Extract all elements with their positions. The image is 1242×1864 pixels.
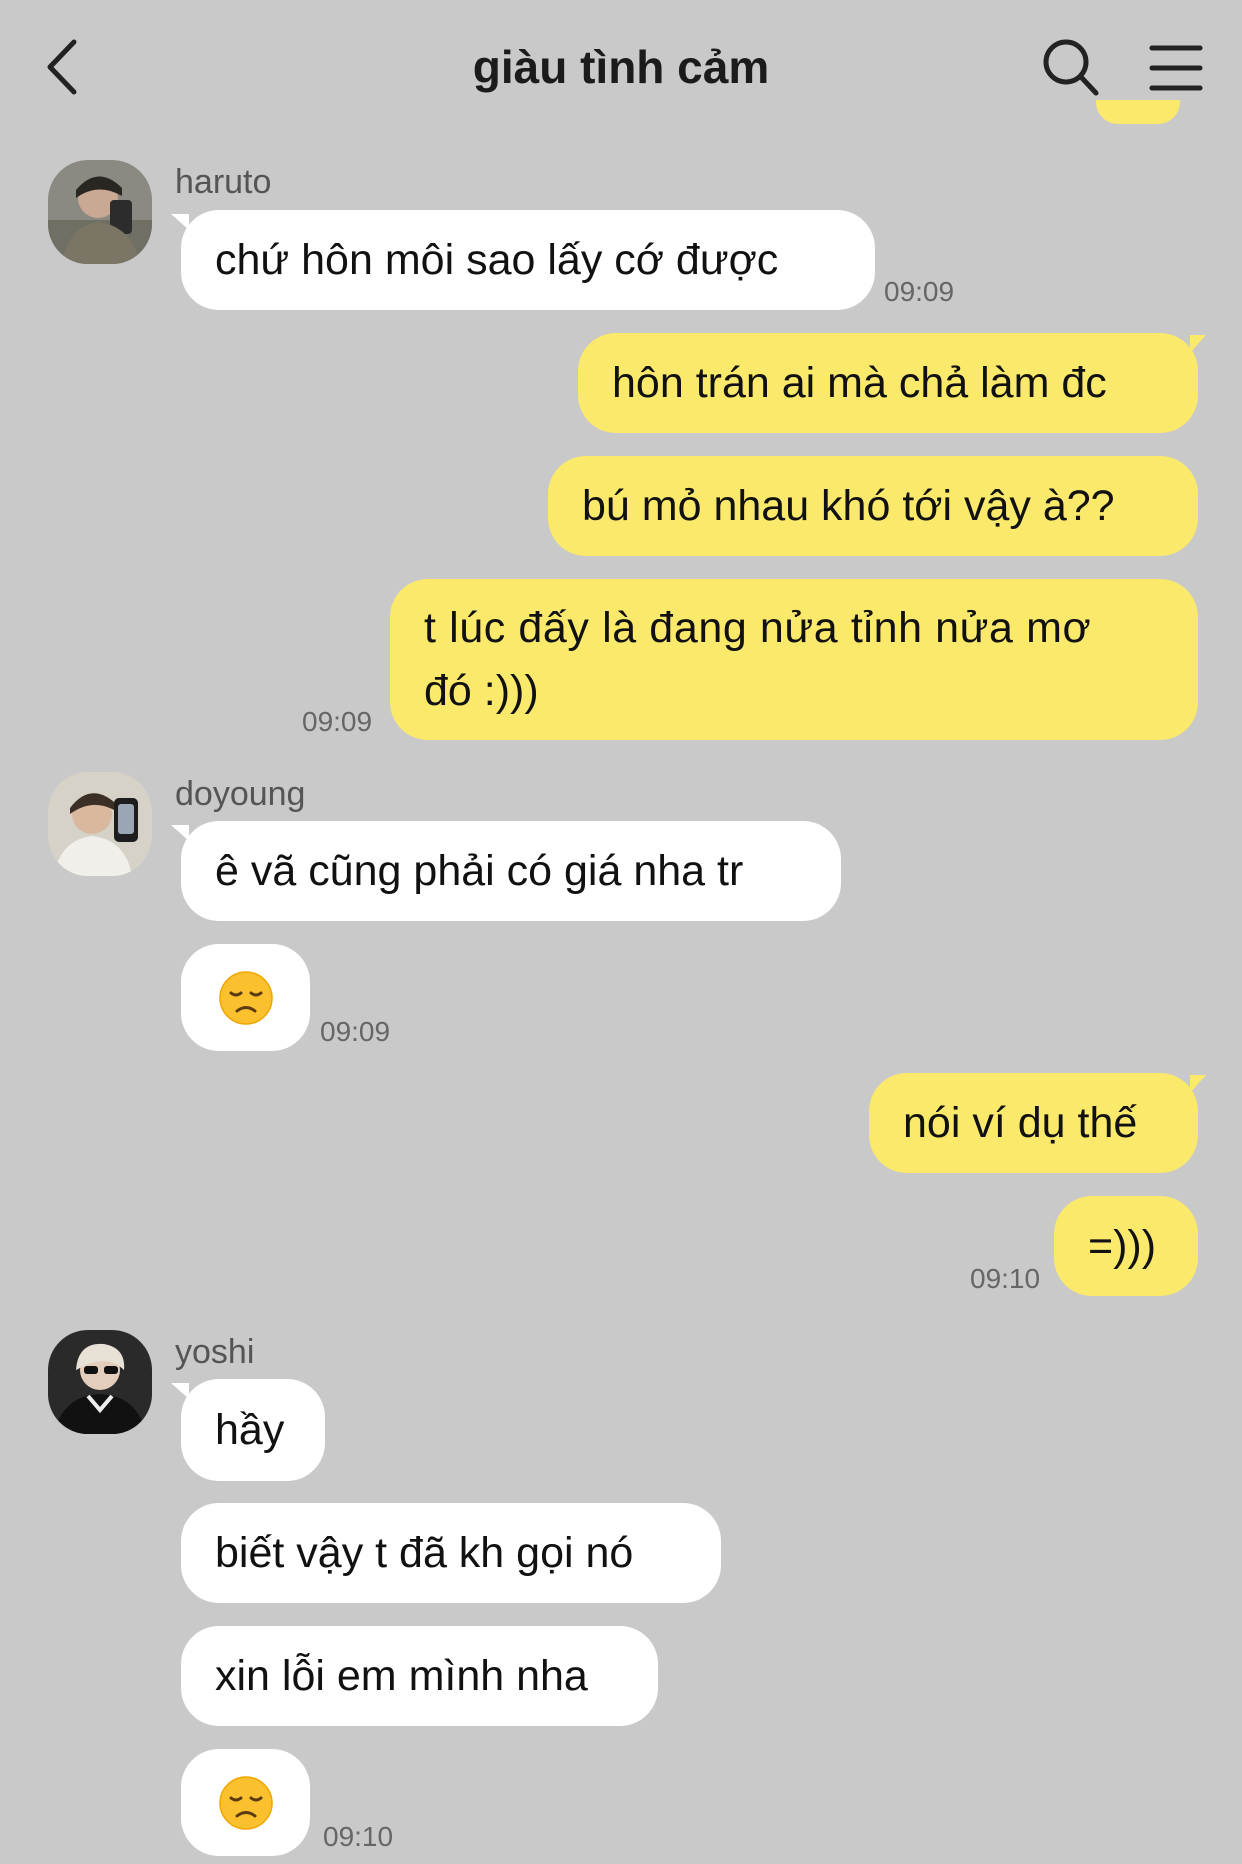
- hamburger-menu-icon: [1149, 45, 1203, 91]
- profile-photo-icon: [48, 1330, 152, 1434]
- avatar-haruto[interactable]: [48, 160, 152, 264]
- message-text: xin lỗi em mình nha: [215, 1652, 588, 1700]
- sender-name-haruto: haruto: [175, 163, 272, 201]
- disappointed-face-icon: [218, 1775, 273, 1830]
- message-timestamp: 09:10: [970, 1263, 1041, 1294]
- message-bubble-incoming[interactable]: biết vậy t đã kh gọi nó: [181, 1503, 721, 1603]
- chevron-left-icon: [47, 39, 77, 95]
- message-bubble-outgoing[interactable]: nói ví dụ thế: [869, 1073, 1206, 1173]
- emoji-message-bubble[interactable]: [181, 944, 310, 1051]
- chat-screen: giàu tình cảm haruto chứ hôn môi sao lấy…: [0, 0, 1242, 1864]
- search-icon: [1043, 39, 1099, 96]
- avatar-doyoung[interactable]: [48, 772, 152, 876]
- message-text: t lúc đấy là đang nửa tỉnh nửa mơ đó :))…: [424, 604, 1092, 715]
- message-bubble-outgoing[interactable]: bú mỏ nhau khó tới vậy à??: [548, 456, 1198, 556]
- sender-name-doyoung: doyoung: [175, 775, 306, 813]
- back-button[interactable]: [40, 36, 90, 98]
- message-bubble-outgoing[interactable]: hôn trán ai mà chả làm đc: [578, 333, 1206, 433]
- message-bubble-incoming[interactable]: hầy: [171, 1379, 325, 1481]
- emoji-message-bubble[interactable]: [181, 1749, 310, 1856]
- message-text: biết vậy t đã kh gọi nó: [215, 1529, 634, 1577]
- chat-header: giàu tình cảm: [0, 0, 1242, 132]
- message-text: hầy: [215, 1406, 285, 1454]
- chat-title: giàu tình cảm: [472, 41, 770, 93]
- message-bubble-incoming[interactable]: ê vã cũng phải có giá nha tr: [171, 821, 841, 921]
- profile-photo-icon: [48, 160, 152, 264]
- menu-button[interactable]: [1148, 42, 1204, 94]
- message-bubble-outgoing[interactable]: t lúc đấy là đang nửa tỉnh nửa mơ đó :))…: [390, 579, 1198, 740]
- message-text: chứ hôn môi sao lấy cớ được: [215, 236, 779, 284]
- message-text: hôn trán ai mà chả làm đc: [612, 359, 1107, 407]
- search-button[interactable]: [1040, 36, 1102, 100]
- message-text: bú mỏ nhau khó tới vậy à??: [582, 482, 1115, 530]
- message-text: ê vã cũng phải có giá nha tr: [215, 847, 744, 895]
- message-bubble-incoming[interactable]: chứ hôn môi sao lấy cớ được: [171, 210, 875, 310]
- sender-name-yoshi: yoshi: [175, 1333, 255, 1371]
- message-bubble-incoming[interactable]: xin lỗi em mình nha: [181, 1626, 658, 1726]
- profile-photo-icon: [48, 772, 152, 876]
- message-timestamp: 09:09: [884, 276, 955, 307]
- message-bubble-outgoing[interactable]: =))): [1054, 1196, 1198, 1296]
- previous-bubble-edge: [1096, 100, 1180, 128]
- message-text: =))): [1088, 1222, 1157, 1270]
- disappointed-face-icon: [218, 970, 273, 1025]
- message-timestamp: 09:10: [323, 1821, 394, 1852]
- message-timestamp: 09:09: [320, 1016, 391, 1047]
- avatar-yoshi[interactable]: [48, 1330, 152, 1434]
- message-text: nói ví dụ thế: [903, 1099, 1138, 1147]
- message-timestamp: 09:09: [302, 706, 373, 737]
